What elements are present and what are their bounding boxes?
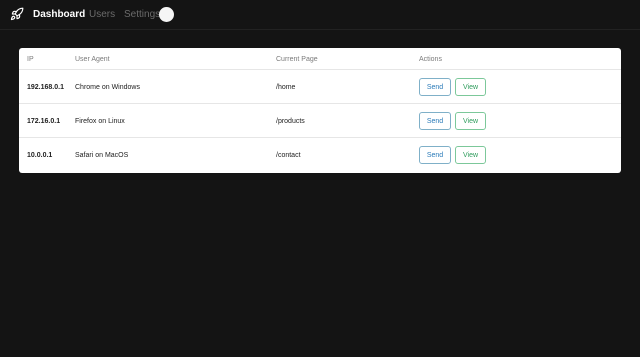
send-button[interactable]: Send [419,146,451,164]
view-button[interactable]: View [455,146,486,164]
view-button[interactable]: View [455,112,486,130]
header-user-agent: User Agent [75,56,110,63]
table-row: 10.0.0.1 Safari on MacOS /contact Send V… [19,138,621,172]
cell-ip: 172.16.0.1 [27,118,61,125]
table-row: 192.168.0.1 Chrome on Windows /home Send… [19,70,621,104]
table-header: IP User Agent Current Page Actions [19,48,621,70]
cell-ip: 192.168.0.1 [27,84,64,91]
avatar[interactable] [159,7,174,22]
rocket-icon[interactable] [10,7,24,21]
header-actions: Actions [419,56,442,63]
header-current-page: Current Page [276,56,318,63]
cell-current-page: /home [276,84,296,91]
nav-link-users[interactable]: Users [89,9,115,21]
nav-link-settings[interactable]: Settings [124,9,160,21]
cell-user-agent: Safari on MacOS [75,152,129,159]
send-button[interactable]: Send [419,112,451,130]
table-row: 172.16.0.1 Firefox on Linux /products Se… [19,104,621,138]
view-button[interactable]: View [455,78,486,96]
sessions-table-card: IP User Agent Current Page Actions 192.1… [19,48,621,173]
cell-user-agent: Firefox on Linux [75,118,125,125]
header-ip: IP [27,56,34,63]
cell-user-agent: Chrome on Windows [75,84,140,91]
cell-ip: 10.0.0.1 [27,152,53,159]
send-button[interactable]: Send [419,78,451,96]
cell-current-page: /contact [276,152,301,159]
cell-current-page: /products [276,118,305,125]
top-navbar: Dashboard Users Settings [0,0,640,30]
nav-link-dashboard[interactable]: Dashboard [33,9,85,21]
